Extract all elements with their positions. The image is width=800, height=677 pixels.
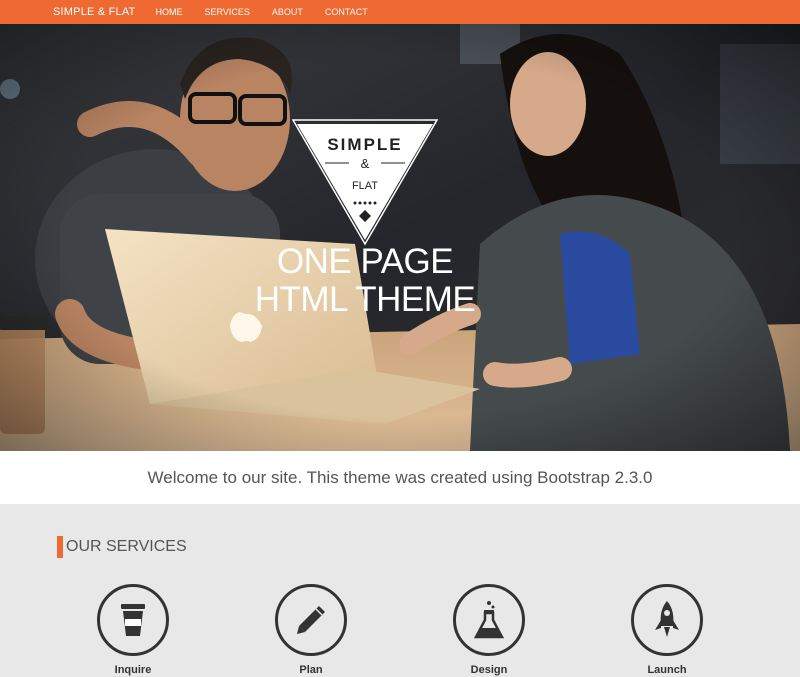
top-navbar: SIMPLE & FLAT HOME SERVICES ABOUT CONTAC… xyxy=(0,0,800,24)
simple-flat-logo: SIMPLE & FLAT xyxy=(291,119,439,246)
service-plan[interactable]: Plan xyxy=(241,584,381,676)
flask-icon xyxy=(453,584,525,656)
rocket-icon xyxy=(631,584,703,656)
welcome-banner: Welcome to our site. This theme was crea… xyxy=(0,451,800,504)
hero-title-line2: HTML THEME xyxy=(254,280,476,319)
coffee-cup-icon xyxy=(97,584,169,656)
service-launch[interactable]: Launch xyxy=(597,584,737,676)
main-nav: HOME SERVICES ABOUT CONTACT xyxy=(155,7,389,17)
services-section: OUR SERVICES Inquire Plan Design Launch xyxy=(0,504,800,677)
service-label: Design xyxy=(470,664,508,676)
svg-text:&: & xyxy=(361,156,370,171)
hero-title-line1: ONE PAGE xyxy=(276,242,454,281)
pencil-icon xyxy=(275,584,347,656)
brand-logo-text[interactable]: SIMPLE & FLAT xyxy=(53,6,135,18)
svg-text:FLAT: FLAT xyxy=(352,180,378,192)
nav-home[interactable]: HOME xyxy=(155,7,182,17)
svg-text:SIMPLE: SIMPLE xyxy=(327,135,402,154)
nav-services[interactable]: SERVICES xyxy=(204,7,249,17)
services-heading: OUR SERVICES xyxy=(57,536,187,558)
hero-section: SIMPLE & FLAT ONE PAGE HTML THEME xyxy=(0,24,800,451)
service-label: Inquire xyxy=(114,664,152,676)
service-label: Launch xyxy=(647,664,687,676)
nav-about[interactable]: ABOUT xyxy=(272,7,303,17)
service-inquire[interactable]: Inquire xyxy=(63,584,203,676)
nav-contact[interactable]: CONTACT xyxy=(325,7,368,17)
service-label: Plan xyxy=(299,664,323,676)
welcome-text: Welcome to our site. This theme was crea… xyxy=(147,467,653,487)
service-design[interactable]: Design xyxy=(419,584,559,676)
